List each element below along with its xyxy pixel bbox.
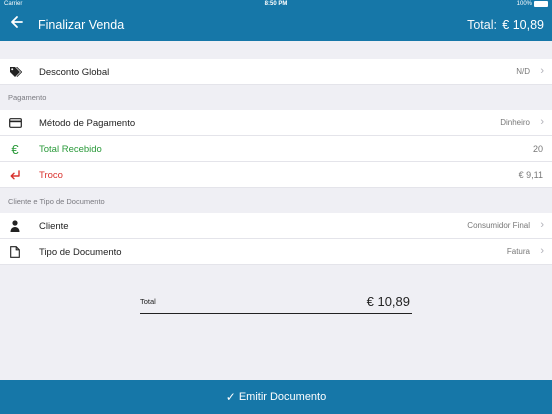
status-time: 8:50 PM <box>264 1 288 7</box>
client-label: Cliente <box>39 221 69 232</box>
nav-bar: Finalizar Venda Total: € 10,89 <box>0 10 552 41</box>
change-value: € 9,11 <box>518 170 543 180</box>
client-value: Consumidor Final <box>467 221 530 230</box>
total-received-value[interactable]: 20 <box>533 144 543 154</box>
discount-value: N/D <box>516 67 530 76</box>
summary-total: Total € 10,89 <box>140 294 412 314</box>
total-received-row[interactable]: € Total Recebido 20 <box>0 136 552 162</box>
user-icon <box>8 218 22 234</box>
issue-document-button[interactable]: ✓ Emitir Documento <box>0 380 552 414</box>
document-type-value: Fatura <box>506 247 530 256</box>
battery-indicator: 100% <box>517 1 548 7</box>
page-title: Finalizar Venda <box>38 18 125 32</box>
status-bar: Carrier 8:50 PM 100% <box>0 0 552 10</box>
payment-method-row[interactable]: Método de Pagamento Dinheiro › <box>0 110 552 136</box>
document-type-label: Tipo de Documento <box>39 247 122 258</box>
summary-total-value: € 10,89 <box>366 294 410 309</box>
issue-document-label: Emitir Documento <box>238 391 327 403</box>
chevron-right-icon: › <box>540 116 544 128</box>
payment-method-value: Dinheiro <box>500 118 530 127</box>
chevron-right-icon: › <box>540 65 544 77</box>
battery-icon <box>534 1 548 7</box>
header-total-value: € 10,89 <box>502 18 544 32</box>
client-section-header: Cliente e Tipo de Documento <box>8 197 105 206</box>
arrow-left-icon[interactable] <box>8 15 26 35</box>
change-label: Troco <box>39 170 63 181</box>
document-type-row[interactable]: Tipo de Documento Fatura › <box>0 239 552 265</box>
return-arrow-icon <box>8 167 22 183</box>
summary-total-label: Total <box>140 297 156 306</box>
credit-card-icon <box>8 115 22 131</box>
payment-method-label: Método de Pagamento <box>39 118 136 129</box>
header-total-label: Total: <box>467 18 497 32</box>
tags-icon <box>8 64 22 80</box>
document-icon <box>8 244 22 260</box>
battery-percent: 100% <box>516 1 532 7</box>
chevron-right-icon: › <box>540 245 544 257</box>
change-row: Troco € 9,11 <box>0 162 552 188</box>
discount-row[interactable]: Desconto Global N/D › <box>0 59 552 85</box>
euro-icon: € <box>11 141 19 157</box>
discount-label: Desconto Global <box>39 67 110 78</box>
payment-section-header: Pagamento <box>8 93 47 102</box>
client-row[interactable]: Cliente Consumidor Final › <box>0 213 552 239</box>
checkmark-icon: ✓ <box>225 390 236 404</box>
total-received-label: Total Recebido <box>39 144 102 155</box>
chevron-right-icon: › <box>540 219 544 231</box>
